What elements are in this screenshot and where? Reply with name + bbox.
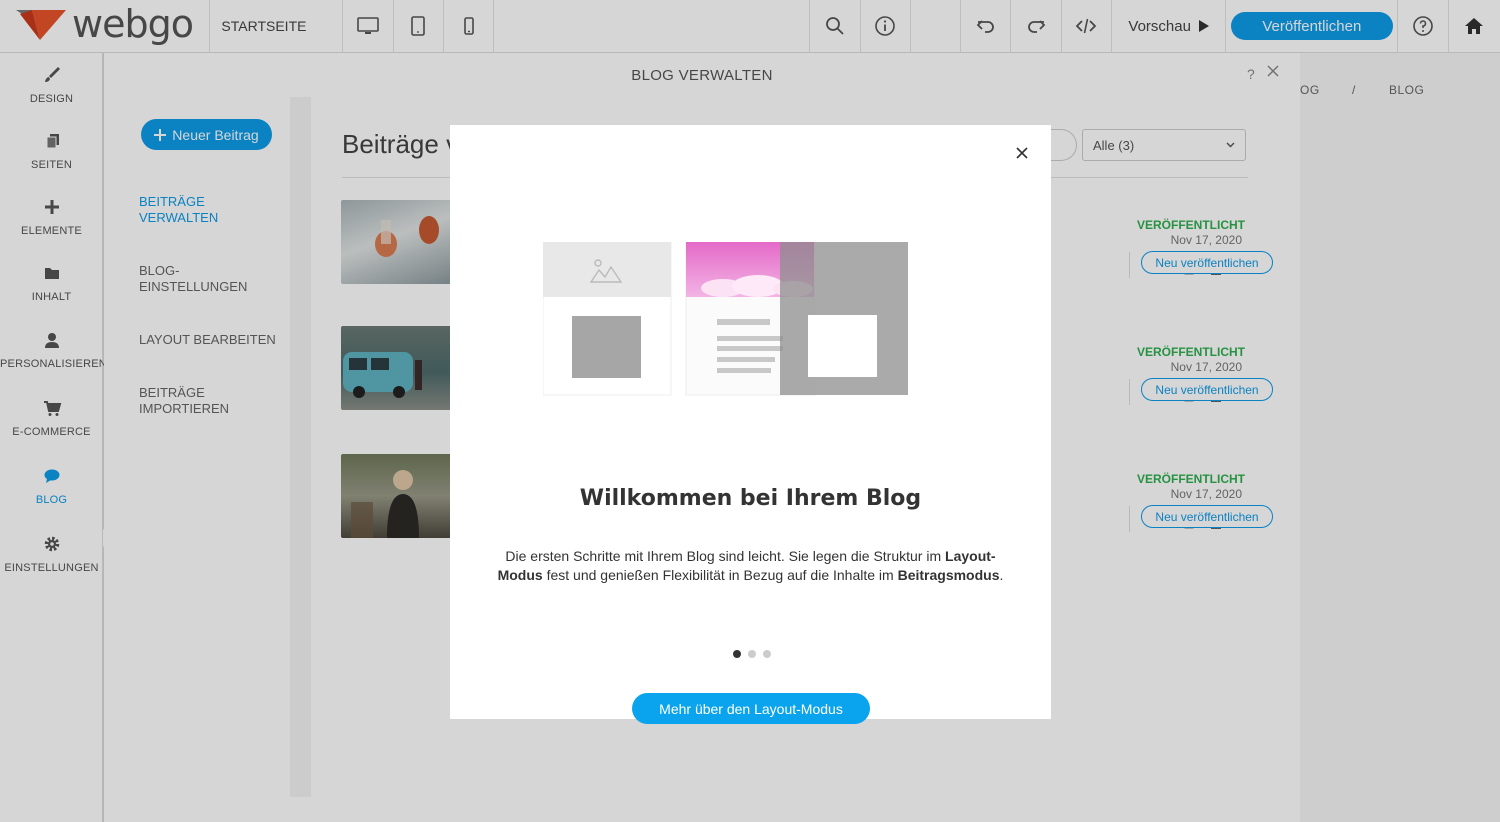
- close-icon[interactable]: [1012, 143, 1032, 163]
- layout-illustration: [543, 242, 908, 396]
- carousel-dot[interactable]: [763, 650, 771, 658]
- welcome-modal: Willkommen bei Ihrem Blog Die ersten Sch…: [450, 125, 1051, 724]
- learn-layout-mode-button[interactable]: Mehr über den Layout-Modus: [632, 693, 870, 724]
- carousel-dot[interactable]: [748, 650, 756, 658]
- modal-title: Willkommen bei Ihrem Blog: [579, 486, 922, 511]
- carousel-dot[interactable]: [733, 650, 741, 658]
- carousel-dots: [733, 650, 771, 658]
- modal-description: Die ersten Schritte mit Ihrem Blog sind …: [497, 548, 1004, 583]
